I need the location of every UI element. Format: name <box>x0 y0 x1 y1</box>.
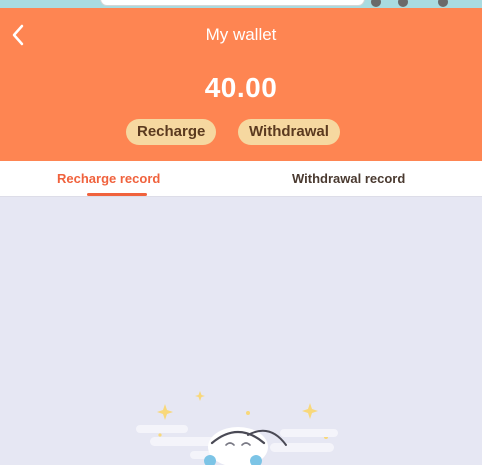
browser-icon[interactable] <box>438 0 448 7</box>
browser-icon[interactable] <box>371 0 381 7</box>
page-title: My wallet <box>205 25 277 44</box>
wallet-header: My wallet 40.00 Recharge Withdrawal <box>0 8 482 161</box>
sparkle-icon <box>302 403 318 419</box>
sparkle-dot <box>158 433 162 437</box>
browser-toolbar-strip <box>0 0 482 8</box>
sparkle-dot <box>246 411 250 415</box>
recharge-button[interactable]: Recharge <box>126 119 217 145</box>
record-tabs: Recharge record Withdrawal record <box>0 161 482 197</box>
active-tab-indicator <box>87 193 147 196</box>
empty-records-illustration <box>136 391 338 465</box>
browser-icon[interactable] <box>398 0 408 7</box>
tab-recharge-record[interactable]: Recharge record <box>57 161 160 197</box>
address-bar[interactable] <box>100 0 365 6</box>
withdrawal-button[interactable]: Withdrawal <box>238 119 340 145</box>
records-content <box>0 197 482 465</box>
sparkle-icon <box>157 404 173 420</box>
wallet-balance: 40.00 <box>204 72 278 103</box>
sparkle-icon <box>195 391 205 401</box>
tab-withdrawal-record[interactable]: Withdrawal record <box>292 161 405 197</box>
